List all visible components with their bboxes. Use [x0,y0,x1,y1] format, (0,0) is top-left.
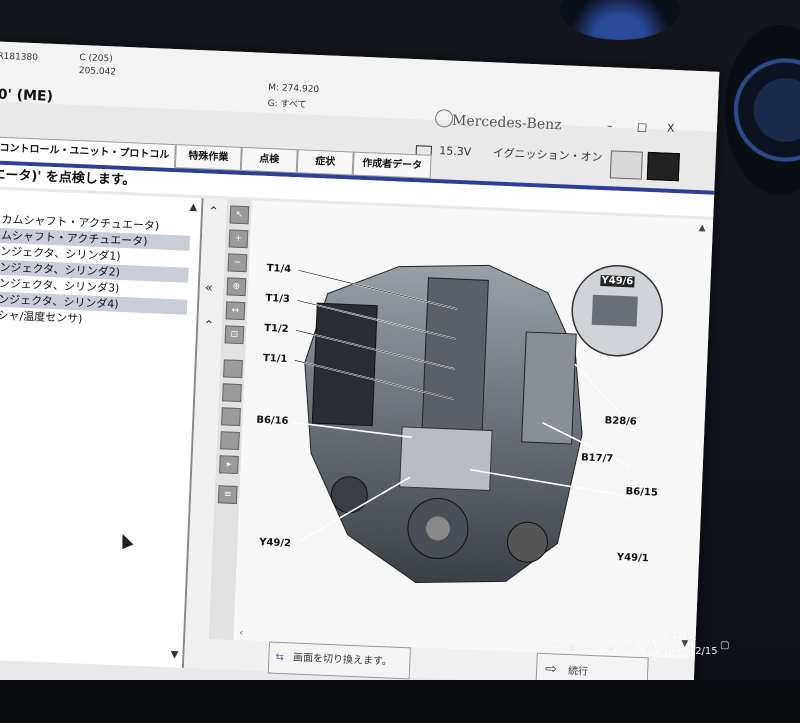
tool-icon[interactable]: ≡ [217,485,238,504]
module-title: 0' (ME) [0,86,54,105]
scroll-up-icon[interactable]: ▲ [189,202,197,213]
tab-author-data[interactable]: 作成者データ [352,151,432,179]
transmission-code: G: すべて [267,98,307,111]
maximize-button[interactable]: □ [637,120,648,133]
label-t1-3[interactable]: T1/3 [265,293,290,305]
chevron-up-icon[interactable]: ⌃ [550,642,558,653]
system-tray: ⌃ ▣ ▭ ◒ ◁) A 21:12 2022/02/15 ▢ [540,628,760,668]
engine-illustration [292,264,663,584]
scroll-left-icon[interactable]: ‹ [239,628,243,638]
speaker-icon[interactable]: ◁) [624,642,636,653]
engine-code: M: 274.920 [268,82,320,96]
switch-screen-button[interactable]: ⇆ 画面を切り換えます。 [267,641,411,680]
model-code: C (205) [79,53,113,65]
tool-icon[interactable] [222,383,242,403]
scroll-down-icon[interactable]: ▼ [171,649,179,660]
monitor-bezel [0,680,800,723]
fit-page-icon[interactable]: ⊡ [224,325,245,345]
label-y49-2[interactable]: Y49/2 [259,537,291,549]
label-y49-1[interactable]: Y49/1 [617,552,649,564]
label-b17-7[interactable]: B17/7 [581,452,614,464]
tool-icon[interactable] [221,407,241,427]
tool-icon[interactable] [220,431,240,451]
clock-time[interactable]: 21:12 [668,632,697,643]
mercedes-star-logo [434,108,454,128]
engine-diagram: T1/4 T1/3 T1/2 T1/1 B6/16 Y49/2 Y49/6 B2… [233,200,714,660]
notification-icon[interactable]: ▢ [720,640,729,651]
model-number: 205.042 [78,66,117,78]
label-b28-6[interactable]: B28/6 [604,415,637,427]
chevron-left-icon[interactable]: « [205,280,214,295]
tool-icon[interactable] [223,359,243,379]
tab-special-work[interactable]: 特殊作業 [174,144,242,171]
minimize-button[interactable]: – [607,119,613,132]
air-vent [725,25,800,195]
network-icon[interactable]: ▣ [568,642,577,653]
play-icon[interactable]: ▸ [219,455,239,475]
scroll-up-icon[interactable]: ▲ [699,223,706,233]
title-bar: R181380 C (205) 205.042 M: 274.920 G: すべ… [0,40,720,135]
tab-symptoms[interactable]: 症状 [296,149,354,176]
clock-date[interactable]: 2022/02/15 [660,646,718,657]
pointer-icon[interactable]: ↖ [229,205,250,225]
label-y49-6[interactable]: Y49/6 [600,275,635,288]
wifi-icon[interactable]: ◒ [606,642,615,653]
label-b6-16[interactable]: B6/16 [256,415,289,427]
fit-width-icon[interactable]: ↔ [225,301,246,321]
label-t1-2[interactable]: T1/2 [264,323,289,335]
switch-screen-label: 画面を切り換えます。 [292,652,393,668]
label-t1-4[interactable]: T1/4 [266,263,291,275]
xentry-window: R181380 C (205) 205.042 M: 274.920 G: すべ… [0,40,720,712]
ime-indicator[interactable]: A [646,640,655,655]
brand-name: Mercedes-Benz [451,112,562,134]
chevron-up-icon[interactable]: ⌃ [203,318,215,333]
chevron-up-icon[interactable]: ⌃ [208,205,220,220]
label-t1-1[interactable]: T1/1 [263,353,288,365]
close-button[interactable]: X [667,122,675,135]
photo-of-monitor: R181380 C (205) 205.042 M: 274.920 G: すべ… [0,0,800,723]
label-b6-15[interactable]: B6/15 [625,486,658,498]
battery-tray-icon[interactable]: ▭ [588,642,597,653]
zoom-out-icon[interactable]: − [227,253,248,273]
air-vent-top [560,0,680,40]
vehicle-id: R181380 [0,51,39,64]
tab-inspection[interactable]: 点検 [240,146,298,174]
zoom-area-icon[interactable]: ⊕ [226,277,247,297]
component-list: ・カムシャフト・アクチュエータ) カムシャフト・アクチュエータ) インジェクタ、… [0,187,204,668]
zoom-in-icon[interactable]: + [228,229,249,249]
swap-arrows-icon: ⇆ [275,651,285,664]
